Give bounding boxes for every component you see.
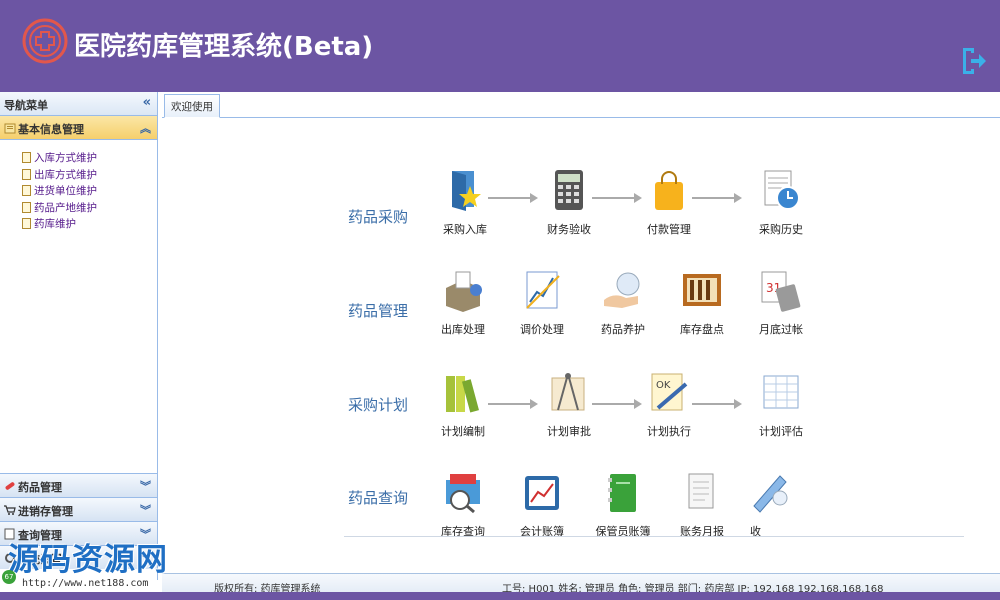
item-receipt[interactable]: 收: [746, 470, 788, 539]
tree-item-outbound-method[interactable]: 出库方式维护: [22, 167, 157, 184]
folder-icon: [4, 123, 16, 134]
ledger-chart-icon: [525, 476, 559, 510]
tree-item-drug-origin[interactable]: 药品产地维护: [22, 200, 157, 217]
row-label-purchase-plan: 采购计划: [348, 396, 409, 414]
compass-drafting-icon: [551, 373, 585, 411]
abacus-icon: [683, 274, 721, 306]
svg-text:OK: OK: [656, 380, 671, 391]
welcome-panel: 药品采购 采购入库 财务验收 付款管理 采购历史 药品管理 出库处理 调价处理 …: [162, 118, 1000, 580]
pill-icon: [5, 482, 15, 490]
section-inventory[interactable]: 进销存管理 ︾: [0, 497, 157, 521]
report-document-icon: [688, 473, 714, 509]
shopping-bag-icon: [655, 171, 683, 210]
item-drug-care[interactable]: 药品养护: [588, 268, 658, 337]
watermark-badge: 67: [2, 570, 16, 584]
content-divider: [344, 536, 964, 537]
item-monthly-report[interactable]: 账务月报: [667, 470, 737, 539]
section-drug-management[interactable]: 药品管理 ︾: [0, 473, 157, 497]
calculator-icon: [555, 170, 583, 210]
item-price-adjust[interactable]: 调价处理: [507, 268, 577, 337]
nav-sidebar: 导航菜单 « 基本信息管理 ︽ 入库方式维护 出库方式维护 进货单位维护 药品产…: [0, 92, 158, 580]
outbound-box-icon: [446, 271, 482, 312]
item-month-close[interactable]: 31 月底过帐: [746, 268, 816, 337]
cart-icon: [4, 505, 16, 515]
logout-icon[interactable]: [960, 46, 986, 76]
calendar-calculator-icon: 31: [761, 271, 801, 312]
hospital-cross-icon: [22, 18, 68, 64]
chevron-up-icon[interactable]: ︽: [140, 120, 151, 136]
watermark: 源码资源网 67 http://www.net188.com: [2, 534, 207, 592]
inventory-search-icon: [446, 474, 480, 514]
sidebar-title: 导航菜单: [4, 99, 48, 112]
arrow-right-icon: [692, 193, 742, 203]
arrow-right-icon: [692, 399, 742, 409]
watermark-url: http://www.net188.com: [20, 578, 151, 589]
tree-item-supplier[interactable]: 进货单位维护: [22, 183, 157, 200]
chevron-down-icon[interactable]: ︾: [140, 502, 151, 518]
basic-info-tree: 入库方式维护 出库方式维护 进货单位维护 药品产地维护 药库维护: [0, 140, 157, 233]
collapse-sidebar-icon[interactable]: «: [143, 95, 151, 110]
row-label-purchase: 药品采购: [348, 208, 409, 226]
document-icon: [22, 185, 31, 196]
row-label-drug-mgmt: 药品管理: [348, 302, 409, 320]
document-icon: [22, 201, 31, 213]
purchase-in-icon: [452, 171, 481, 211]
item-plan-evaluate[interactable]: 计划评估: [746, 370, 816, 439]
document-icon: [22, 152, 31, 163]
tab-welcome[interactable]: 欢迎使用: [164, 94, 220, 118]
tab-bar: 欢迎使用: [162, 92, 1000, 118]
tree-item-inbound-method[interactable]: 入库方式维护: [22, 150, 157, 167]
item-keeper-ledger[interactable]: 保管员账簿: [588, 470, 658, 539]
arrow-right-icon: [488, 193, 538, 203]
clock-document-icon: [764, 170, 800, 210]
item-outbound[interactable]: 出库处理: [428, 268, 498, 337]
section-label: 基本信息管理: [18, 123, 84, 136]
binders-icon: [446, 376, 479, 413]
spreadsheet-icon: [763, 375, 799, 409]
receipt-icon: [753, 475, 788, 513]
ok-pen-icon: OK: [651, 373, 688, 411]
watermark-text: 源码资源网: [8, 542, 168, 578]
app-header: 医院药库管理系统(Beta): [0, 0, 1000, 92]
arrow-right-icon: [488, 399, 538, 409]
bottom-strip: [0, 592, 1000, 600]
sidebar-header: 导航菜单 «: [0, 92, 157, 116]
price-chart-icon: [526, 271, 560, 309]
item-accounting-ledger[interactable]: 会计账簿: [507, 470, 577, 539]
chevron-down-icon[interactable]: ︾: [140, 478, 151, 494]
tree-item-warehouse[interactable]: 药库维护: [22, 216, 157, 233]
document-icon: [22, 218, 31, 229]
app-title: 医院药库管理系统(Beta): [74, 32, 374, 62]
item-stocktake[interactable]: 库存盘点: [667, 268, 737, 337]
row-label-drug-query: 药品查询: [348, 489, 409, 507]
item-purchase-history[interactable]: 采购历史: [746, 168, 816, 237]
green-book-icon: [608, 474, 636, 512]
item-stock-query[interactable]: 库存查询: [428, 470, 498, 539]
hand-care-icon: [604, 272, 640, 308]
section-basic-info[interactable]: 基本信息管理 ︽: [0, 116, 157, 140]
document-icon: [22, 168, 31, 180]
